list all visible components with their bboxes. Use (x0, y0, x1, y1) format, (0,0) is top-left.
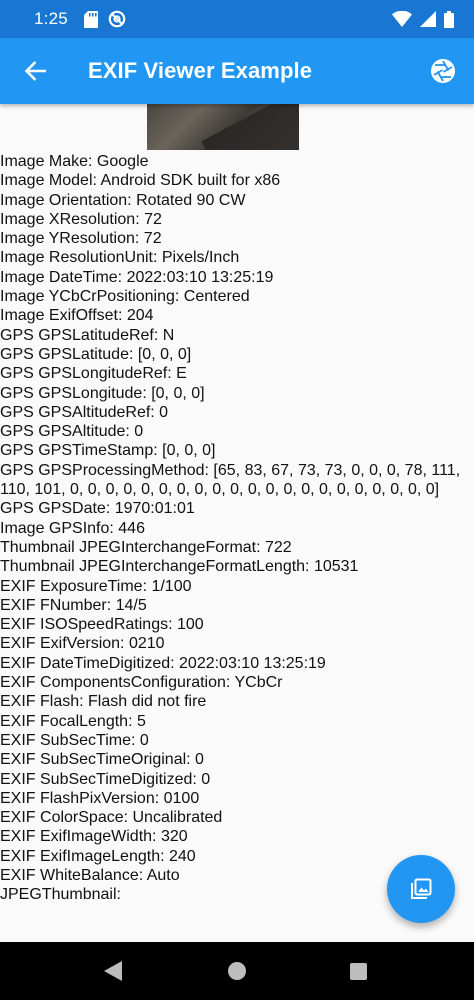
exif-list: Image Make: Google Image Model: Android S… (0, 152, 474, 905)
camera-shutter-icon (431, 59, 455, 83)
exif-line: Image ExifOffset: 204 (0, 307, 154, 325)
exif-line: EXIF FlashPixVersion: 0100 (0, 789, 200, 807)
exif-line: EXIF ExposureTime: 1/100 (0, 577, 192, 595)
nav-recents-icon[interactable] (350, 963, 367, 980)
exif-line: EXIF ExifImageWidth: 320 (0, 828, 188, 846)
exif-line: GPS GPSTimeStamp: [0, 0, 0] (0, 442, 216, 460)
exif-line: GPS GPSLatitudeRef: N (0, 326, 175, 344)
exif-line: EXIF FocalLength: 5 (0, 712, 146, 730)
exif-line: Thumbnail JPEGInterchangeFormat: 722 (0, 538, 292, 556)
exif-line: Image Make: Google (0, 153, 149, 170)
exif-line: EXIF ExifVersion: 0210 (0, 635, 165, 653)
pick-image-button[interactable] (387, 855, 455, 923)
exif-line: Image DateTime: 2022:03:10 13:25:19 (0, 268, 274, 286)
app-bar: EXIF Viewer Example (0, 38, 474, 104)
back-button[interactable] (2, 38, 68, 104)
exif-line: EXIF ComponentsConfiguration: YCbCr (0, 674, 283, 692)
exif-line: Image GPSInfo: 446 (0, 519, 145, 537)
exif-line: Thumbnail JPEGInterchangeFormatLength: 1… (0, 558, 359, 576)
status-time: 1:25 (34, 9, 68, 28)
exif-line: Image YResolution: 72 (0, 230, 162, 248)
exif-line: GPS GPSLongitude: [0, 0, 0] (0, 384, 205, 402)
exif-line: GPS GPSProcessingMethod: [65, 83, 67, 73… (0, 461, 465, 499)
exif-line: Image YCbCrPositioning: Centered (0, 288, 250, 306)
exif-line: EXIF DateTimeDigitized: 2022:03:10 13:25… (0, 654, 326, 672)
photo-library-icon (411, 878, 432, 899)
exif-line: EXIF FNumber: 14/5 (0, 596, 147, 614)
exif-line: EXIF ColorSpace: Uncalibrated (0, 809, 223, 827)
exif-line: EXIF SubSecTimeDigitized: 0 (0, 770, 211, 788)
nav-home-icon[interactable] (228, 962, 246, 980)
exif-line: Image Model: Android SDK built for x86 (0, 172, 281, 190)
nav-back-icon[interactable] (104, 961, 122, 981)
exif-line: GPS GPSAltitude: 0 (0, 423, 144, 441)
exif-line: Image ResolutionUnit: Pixels/Inch (0, 249, 240, 267)
photo-floor-mat (201, 104, 299, 150)
exif-line: GPS GPSLongitudeRef: E (0, 365, 187, 383)
exif-line: EXIF SubSecTime: 0 (0, 731, 149, 749)
page-title: EXIF Viewer Example (88, 58, 313, 83)
sd-card-icon (83, 10, 98, 28)
battery-icon (444, 10, 454, 28)
exif-line: GPS GPSDate: 1970:01:01 (0, 500, 195, 518)
exif-line: EXIF SubSecTimeOriginal: 0 (0, 751, 204, 769)
exif-line: EXIF Flash: Flash did not fire (0, 693, 207, 711)
status-notification-icons (83, 10, 126, 28)
exif-line: GPS GPSAltitudeRef: 0 (0, 403, 169, 421)
signal-icon (420, 11, 436, 27)
wifi-icon (392, 11, 412, 27)
no-disturb-icon (108, 10, 126, 28)
exif-line: Image XResolution: 72 (0, 210, 162, 228)
exif-line: EXIF ISOSpeedRatings: 100 (0, 616, 204, 634)
status-system-icons (392, 10, 454, 28)
photo-preview (147, 104, 299, 150)
status-bar: 1:25 (0, 0, 474, 38)
exif-line: GPS GPSLatitude: [0, 0, 0] (0, 345, 192, 363)
exif-content[interactable]: Image Make: Google Image Model: Android S… (0, 104, 474, 942)
arrow-back-icon (24, 61, 46, 81)
system-nav-bar (0, 942, 474, 1000)
camera-button[interactable] (414, 38, 472, 104)
exif-line: Image Orientation: Rotated 90 CW (0, 191, 246, 209)
